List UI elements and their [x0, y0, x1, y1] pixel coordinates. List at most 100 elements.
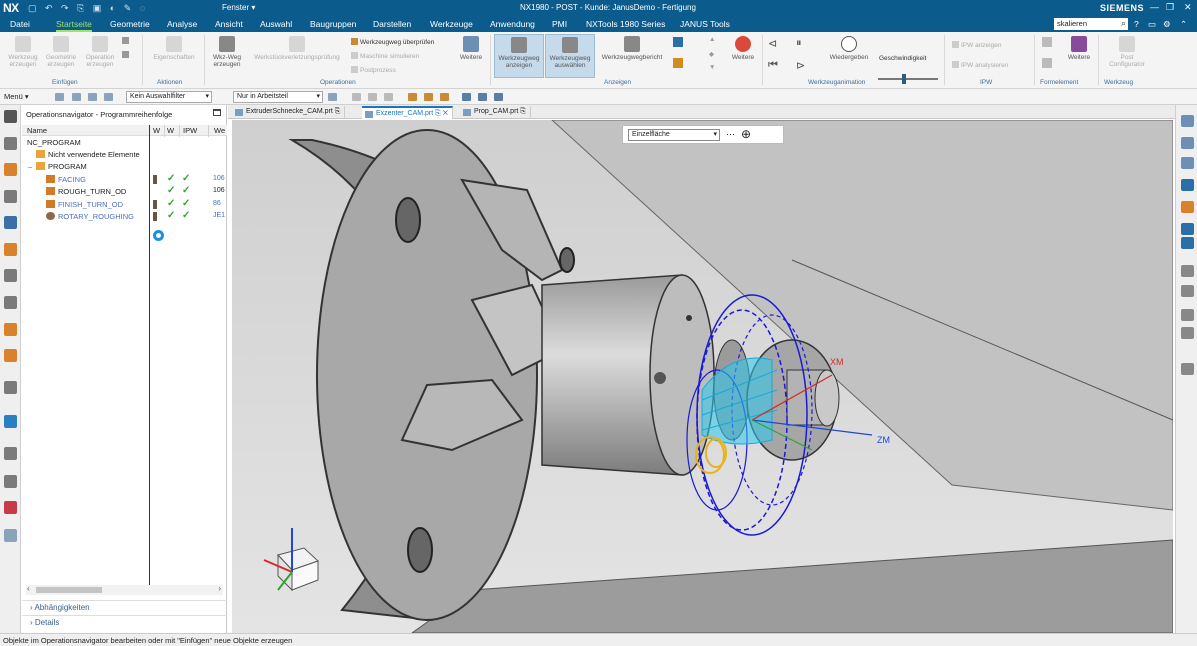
tree-row[interactable]: FINISH_TURN_OD ✓ ✓ 86 — [22, 198, 227, 211]
menu-startseite[interactable]: Startseite — [56, 19, 92, 32]
quick-access-toolbar[interactable]: ▢ ↶ ↷ ⎘ ▣ ◐ ✎ ◌ — [28, 3, 148, 14]
layer-icon[interactable] — [1181, 363, 1194, 375]
horizontal-scrollbar[interactable]: ‹ › — [26, 584, 223, 595]
werkstueckverletzungspruefung-button[interactable]: Werkstückverletzungsprüfung — [248, 36, 346, 61]
measure-icon[interactable] — [1181, 237, 1194, 249]
view-icon[interactable] — [462, 93, 471, 101]
minimize-icon[interactable]: — — [1150, 2, 1159, 12]
command-search-input[interactable]: skalieren ⌕ — [1054, 18, 1128, 30]
formelement-icon-2[interactable] — [1042, 58, 1054, 69]
reuse-library-icon[interactable] — [4, 296, 17, 309]
menu-werkzeuge[interactable]: Werkzeuge — [430, 19, 473, 29]
graphics-viewport[interactable]: ZM XM Einzelfläche ▾ ⋯ ⊕ — [232, 120, 1173, 633]
forward-icon[interactable]: ⊳ — [796, 59, 805, 72]
gear-icon[interactable]: ⚙ — [1163, 19, 1171, 30]
select-icon[interactable] — [55, 93, 64, 101]
panel-details[interactable]: › Details — [22, 615, 227, 629]
post-configurator-button[interactable]: Post Configurator — [1104, 36, 1150, 68]
menu-auswahl[interactable]: Auswahl — [260, 19, 292, 29]
einfuegen-extra-icon-2[interactable] — [122, 51, 131, 59]
column-ipw[interactable]: IPW — [183, 126, 197, 135]
formelement-icon-1[interactable] — [1042, 37, 1054, 48]
zoom-icon[interactable] — [1181, 157, 1194, 169]
palette-icon[interactable] — [4, 529, 17, 542]
snap-icon-6[interactable] — [440, 93, 449, 101]
snap-icon-3[interactable] — [384, 93, 393, 101]
snap-icon-4[interactable] — [408, 93, 417, 101]
pan-icon[interactable] — [1181, 137, 1194, 149]
menu-button[interactable]: Menü ▾ — [4, 92, 29, 101]
maschine-simulieren-button[interactable]: Maschine simulieren — [351, 52, 419, 60]
menu-baugruppen[interactable]: Baugruppen — [310, 19, 356, 29]
eye-icon[interactable] — [1181, 309, 1194, 321]
close-icon[interactable]: ✕ — [1184, 2, 1192, 13]
menu-geometrie[interactable]: Geometrie — [110, 19, 150, 29]
settings-icon[interactable] — [4, 110, 17, 123]
wiedergeben-button[interactable]: Wiedergeben — [826, 36, 872, 61]
select-icon-2[interactable] — [72, 93, 81, 101]
column-w1[interactable]: W — [153, 126, 160, 135]
rotate-icon[interactable] — [1181, 115, 1194, 127]
werkzeugweg-ueberpruefen-button[interactable]: Werkzeugweg überprüfen — [351, 38, 434, 46]
eigenschaften-button[interactable]: Eigenschaften — [150, 36, 198, 61]
tab-exzenter[interactable]: Exzenter_CAM.prt ⎘ ✕ — [362, 106, 454, 119]
view-icon-3[interactable] — [494, 93, 503, 101]
tree-row[interactable]: ROUGH_TURN_OD ✓ ✓ 106 — [22, 185, 227, 198]
einfuegen-extra-icon[interactable] — [122, 37, 131, 45]
fit-icon[interactable] — [1181, 179, 1194, 191]
collapse-icon[interactable]: – — [28, 162, 32, 171]
clock-icon[interactable] — [4, 447, 17, 460]
werkzeugweg-anzeigen-button[interactable]: Werkzeugweg anzeigen — [494, 34, 544, 78]
chevron-up-icon[interactable]: ⌃ — [1180, 19, 1187, 30]
tab-extruderschnecke[interactable]: ExtruderSchnecke_CAM.prt ⎘ — [232, 106, 346, 119]
tree-row[interactable]: Nicht verwendete Elemente — [22, 149, 227, 161]
scroll-left-icon[interactable]: ‹ — [27, 584, 30, 593]
tree-row[interactable]: FACING ✓ ✓ 106 — [22, 173, 227, 186]
render-style-icon[interactable] — [1181, 201, 1194, 213]
roles-icon[interactable] — [4, 501, 17, 514]
selection-scope-dropdown[interactable]: Nur in Arbeitsteil ▾ — [233, 91, 323, 103]
restore-icon[interactable]: ❐ — [1166, 2, 1174, 13]
snap-point-icon[interactable]: ⊕ — [741, 127, 751, 141]
face-filter-dropdown[interactable]: Einzelfläche ▾ — [628, 129, 720, 141]
operation-navigator-icon[interactable] — [4, 216, 17, 229]
tree-row[interactable]: NC_PROGRAM — [22, 137, 227, 149]
machine-tool-navigator-icon[interactable] — [4, 243, 17, 256]
step-back-icon[interactable]: ⊲ — [768, 37, 777, 50]
eye-hidden-icon[interactable] — [1181, 327, 1194, 339]
tree-row[interactable]: ROTARY_ROUGHING ✓ ✓ JE1 — [22, 210, 227, 223]
scroll-right-icon[interactable]: › — [218, 584, 221, 593]
arrow-mid-icon[interactable]: ◆ — [709, 50, 714, 58]
speed-slider[interactable] — [878, 74, 938, 84]
view-icon-2[interactable] — [478, 93, 487, 101]
menu-ansicht[interactable]: Ansicht — [215, 19, 243, 29]
operationen-weitere-button[interactable]: Weitere — [454, 36, 488, 61]
menu-nxtools[interactable]: NXTools 1980 Series — [586, 19, 665, 29]
section-view-icon[interactable] — [1181, 223, 1194, 235]
snap-icon-5[interactable] — [424, 93, 433, 101]
tree-row[interactable]: – PROGRAM — [22, 161, 227, 173]
maximize-icon[interactable] — [213, 109, 221, 116]
assembly-navigator-icon[interactable] — [4, 163, 17, 176]
part-navigator-icon[interactable] — [4, 137, 17, 150]
menu-darstellen[interactable]: Darstellen — [373, 19, 411, 29]
show-hide-icon[interactable] — [1181, 285, 1194, 297]
panel-abhaengigkeiten[interactable]: › Abhängigkeiten — [22, 600, 227, 614]
ruler-icon[interactable] — [1181, 265, 1194, 277]
menu-datei[interactable]: Datei — [10, 19, 30, 29]
select-icon-3[interactable] — [88, 93, 97, 101]
ipw-anzeigen-button[interactable]: IPW anzeigen — [952, 41, 1001, 49]
menu-janus-tools[interactable]: JANUS Tools — [680, 19, 730, 29]
snap-icon-2[interactable] — [368, 93, 377, 101]
process-studio-icon[interactable] — [4, 475, 17, 488]
column-w2[interactable]: W — [167, 126, 174, 135]
web-browser-icon[interactable] — [4, 349, 17, 362]
system-materials-icon[interactable] — [4, 415, 17, 428]
pause-icon[interactable]: ⏸ — [796, 37, 802, 50]
display-tool-icon[interactable] — [673, 37, 685, 48]
layout-icon[interactable]: ▭ — [1148, 19, 1156, 30]
history-icon[interactable] — [4, 381, 17, 394]
column-we[interactable]: We — [214, 126, 225, 135]
hd3d-icon[interactable] — [4, 323, 17, 336]
column-name[interactable]: Name — [27, 126, 47, 135]
